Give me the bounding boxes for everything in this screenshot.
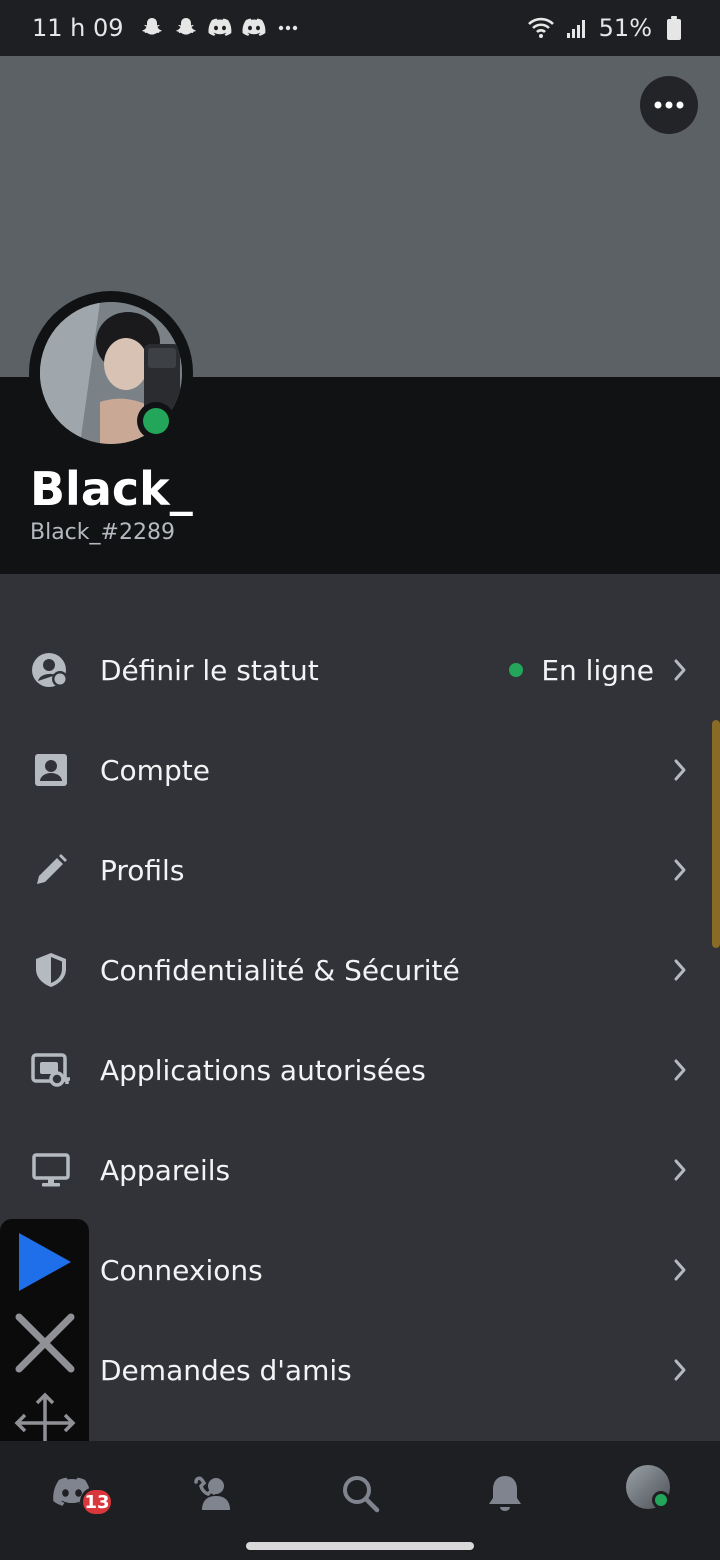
- nav-online-indicator: [652, 1491, 670, 1509]
- menu-item-authorized-apps[interactable]: Applications autorisées: [0, 1020, 720, 1120]
- online-status-indicator: [137, 402, 175, 440]
- display-name: Black_: [30, 462, 193, 516]
- wifi-icon: [527, 14, 555, 42]
- battery-icon: [660, 14, 688, 42]
- signal-icon: [563, 14, 591, 42]
- chevron-right-icon: [668, 1358, 692, 1382]
- chevron-right-icon: [668, 1158, 692, 1182]
- floating-control-panel: [0, 1219, 89, 1471]
- current-status: En ligne: [509, 654, 654, 687]
- chevron-right-icon: [668, 1258, 692, 1282]
- close-icon[interactable]: [13, 1311, 77, 1379]
- status-value: En ligne: [541, 653, 654, 687]
- user-tag: Black_#2289: [30, 520, 175, 545]
- clock: 11 h 09: [32, 14, 124, 42]
- menu-label: Demandes d'amis: [100, 1353, 352, 1387]
- home-indicator[interactable]: [246, 1542, 474, 1550]
- menu-item-privacy-security[interactable]: Confidentialité & Sécurité: [0, 920, 720, 1020]
- nav-search[interactable]: [330, 1463, 390, 1523]
- friends-icon: [194, 1476, 230, 1510]
- menu-item-connections[interactable]: Connexions: [0, 1220, 720, 1320]
- battery-percent: 51%: [598, 14, 652, 42]
- menu-label: Confidentialité & Sécurité: [100, 953, 460, 987]
- status-icon: [30, 649, 72, 691]
- account-icon: [30, 749, 72, 791]
- bell-icon: [489, 1476, 521, 1511]
- ellipsis-icon: [654, 101, 684, 109]
- scrollbar[interactable]: [712, 720, 720, 948]
- more-options-button[interactable]: [640, 76, 698, 134]
- menu-label: Profils: [100, 853, 185, 887]
- online-dot: [509, 663, 524, 677]
- menu-item-account[interactable]: Compte: [0, 720, 720, 820]
- menu-label: Connexions: [100, 1253, 263, 1287]
- authorized-apps-icon: [30, 1049, 72, 1091]
- chevron-right-icon: [668, 958, 692, 982]
- chevron-right-icon: [668, 758, 692, 782]
- menu-label: Définir le statut: [100, 653, 319, 687]
- more-notifications-icon: [274, 14, 302, 42]
- search-icon: [343, 1476, 380, 1513]
- shield-icon: [30, 949, 72, 991]
- status-bar: 11 h 09 51%: [0, 0, 720, 56]
- pencil-icon: [30, 849, 72, 891]
- snapchat-icon: [172, 14, 200, 42]
- snapchat-icon: [138, 14, 166, 42]
- menu-item-set-status[interactable]: Définir le statut En ligne: [0, 620, 720, 720]
- play-icon[interactable]: [15, 1229, 75, 1299]
- chevron-right-icon: [668, 858, 692, 882]
- chevron-right-icon: [668, 1058, 692, 1082]
- discord-icon: [206, 14, 234, 42]
- menu-item-devices[interactable]: Appareils: [0, 1120, 720, 1220]
- nav-friends[interactable]: [183, 1463, 243, 1523]
- settings-list: Définir le statut En ligne Compte Profil…: [0, 620, 720, 1420]
- notification-badge: 13: [80, 1487, 114, 1517]
- monitor-icon: [30, 1149, 72, 1191]
- menu-item-friend-requests[interactable]: Demandes d'amis: [0, 1320, 720, 1420]
- menu-item-profiles[interactable]: Profils: [0, 820, 720, 920]
- discord-icon: [240, 14, 268, 42]
- nav-notifications[interactable]: [475, 1463, 535, 1523]
- chevron-right-icon: [668, 658, 692, 682]
- menu-label: Appareils: [100, 1153, 231, 1187]
- menu-label: Applications autorisées: [100, 1053, 426, 1087]
- menu-label: Compte: [100, 753, 210, 787]
